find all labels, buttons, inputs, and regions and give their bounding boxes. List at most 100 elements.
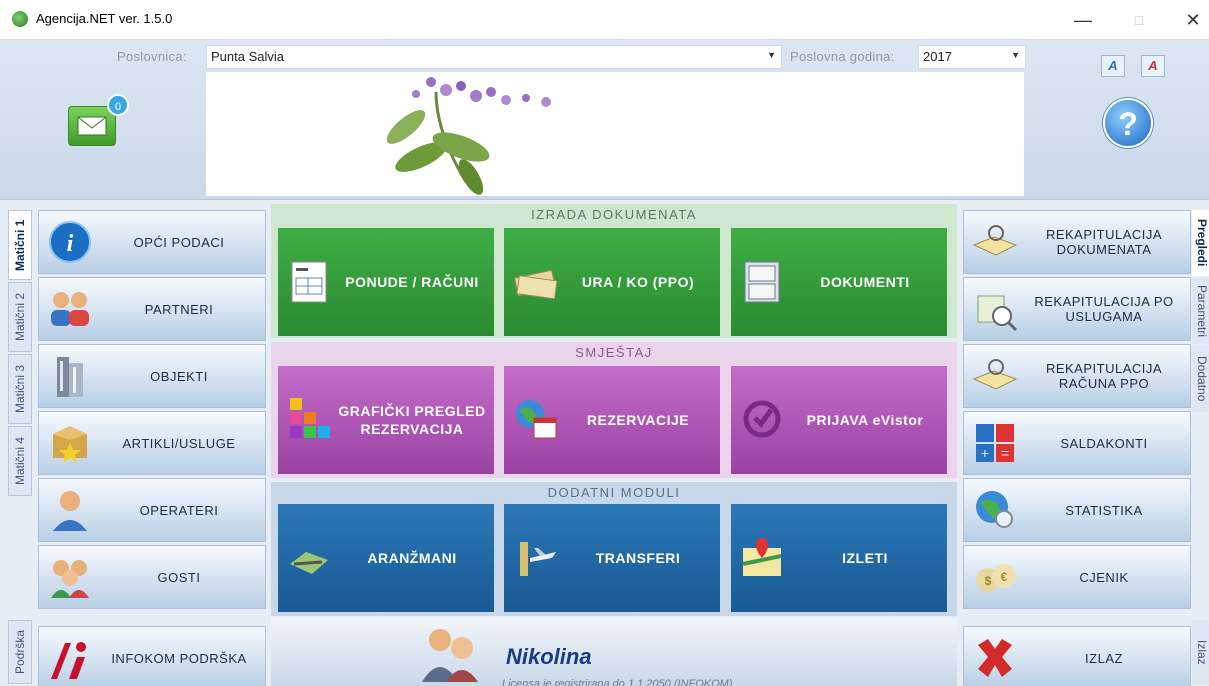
rezervacije-label: REZERVACIJE <box>586 412 690 428</box>
transferi-button[interactable]: TRANSFERI <box>504 504 720 612</box>
infokom-logo-icon <box>47 635 93 681</box>
rekap-po-uslugama-button[interactable]: REKAPITULACIJA PO USLUGAMA <box>963 277 1191 341</box>
poslovnica-label: Poslovnica: <box>117 49 187 64</box>
box-magnifier-icon <box>972 286 1018 332</box>
cash-icon <box>512 258 558 304</box>
sage-flower-image <box>386 77 551 195</box>
globe-calendar-icon <box>512 396 558 442</box>
tab-izlaz[interactable]: Izlaz <box>1192 620 1209 684</box>
infokom-podrska-label: INFOKOM PODRŠKA <box>111 650 247 666</box>
izlaz-button[interactable]: IZLAZ <box>963 626 1191 686</box>
window-title: Agencija.NET ver. 1.5.0 <box>36 11 173 26</box>
objekti-button[interactable]: OBJEKTI <box>38 344 266 408</box>
tab-podrska[interactable]: Podrška <box>8 620 32 684</box>
tab-dodatno[interactable]: Dodatno <box>1192 346 1209 412</box>
statistika-button[interactable]: STATISTIKA <box>963 478 1191 542</box>
help-icon[interactable]: ? <box>1103 98 1153 148</box>
svg-text:+: + <box>981 445 989 461</box>
graficki-pregled-label: GRAFIČKI PREGLED REZERVACIJA <box>338 403 486 437</box>
accommodation-section-title: SMJEŠTAJ <box>575 345 653 360</box>
artikli-usluge-label: ARTIKLI/USLUGE <box>122 435 236 451</box>
operateri-button[interactable]: OPERATERI <box>38 478 266 542</box>
tab-maticni-3[interactable]: Matični 3 <box>8 354 32 424</box>
chevron-down-icon: ▼ <box>767 50 776 60</box>
dokumenti-label: DOKUMENTI <box>820 274 910 290</box>
minimize-button[interactable]: — <box>1068 8 1098 32</box>
svg-text:i: i <box>67 231 74 257</box>
partneri-label: PARTNERI <box>144 301 214 317</box>
godina-label: Poslovna godina: <box>790 49 895 64</box>
tab-pregledi[interactable]: Pregledi <box>1192 210 1209 276</box>
svg-text:=: = <box>1001 445 1009 461</box>
infokom-podrska-button[interactable]: INFOKOM PODRŠKA <box>38 626 266 686</box>
cabinet-icon <box>739 258 785 304</box>
statistika-label: STATISTIKA <box>1065 502 1143 518</box>
operator-icon <box>47 487 93 533</box>
exit-x-icon <box>972 635 1018 681</box>
operateri-label: OPERATERI <box>139 502 219 518</box>
font-decrease-icon[interactable]: A <box>1141 55 1165 77</box>
calculator-icon: + = <box>972 420 1018 466</box>
building-icon <box>47 353 93 399</box>
tab-maticni-2[interactable]: Matični 2 <box>8 282 32 352</box>
maximize-button[interactable]: □ <box>1124 8 1154 32</box>
izleti-button[interactable]: IZLETI <box>731 504 947 612</box>
tab-parametri[interactable]: Parametri <box>1192 278 1209 344</box>
graficki-pregled-button[interactable]: GRAFIČKI PREGLED REZERVACIJA <box>278 366 494 474</box>
docs-section-title: IZRADA DOKUMENATA <box>531 207 697 222</box>
transferi-label: TRANSFERI <box>595 550 681 566</box>
map-road-icon <box>286 534 332 580</box>
gosti-button[interactable]: GOSTI <box>38 545 266 609</box>
color-grid-icon <box>286 396 332 442</box>
dokumenti-button[interactable]: DOKUMENTI <box>731 228 947 336</box>
info-icon: i <box>47 219 93 265</box>
app-globe-icon <box>12 11 28 27</box>
godina-select[interactable]: 2017 ▼ <box>918 45 1026 69</box>
saldakonti-button[interactable]: + = SALDAKONTI <box>963 411 1191 475</box>
airplane-icon <box>512 534 558 580</box>
poslovnica-value: Punta Salvia <box>211 49 284 64</box>
ura-ko-button[interactable]: URA / KO (PPO) <box>504 228 720 336</box>
rekap-po-uslugama-label: REKAPITULACIJA PO USLUGAMA <box>1034 294 1174 324</box>
title-bar <box>0 0 1209 40</box>
tab-maticni-1[interactable]: Matični 1 <box>8 210 32 280</box>
poslovnica-select[interactable]: Punta Salvia ▼ <box>206 45 782 69</box>
guests-icon <box>47 554 93 600</box>
cjenik-button[interactable]: $ € CJENIK <box>963 545 1191 609</box>
rekap-dokumenata-button[interactable]: REKAPITULACIJA DOKUMENATA <box>963 210 1191 274</box>
users-avatar-icon <box>418 626 482 682</box>
svg-text:€: € <box>1001 570 1008 584</box>
rekap-racuna-ppo-button[interactable]: REKAPITULACIJA RAČUNA PPO <box>963 344 1191 408</box>
modules-section-title: DODATNI MODULI <box>547 485 681 500</box>
godina-value: 2017 <box>923 49 952 64</box>
money-bags-icon: $ € <box>972 554 1018 600</box>
prijava-evistor-button[interactable]: PRIJAVA eVistor <box>731 366 947 474</box>
svg-text:$: $ <box>985 574 992 588</box>
license-text: Licensa je registrirana do 1.1.2050 (INF… <box>502 678 733 686</box>
artikli-usluge-button[interactable]: ARTIKLI/USLUGE <box>38 411 266 475</box>
book-magnifier-icon <box>972 353 1018 399</box>
opci-podaci-button[interactable]: i OPĆI PODACI <box>38 210 266 274</box>
izlaz-label: IZLAZ <box>1085 650 1123 666</box>
cjenik-label: CJENIK <box>1079 569 1129 585</box>
rekap-racuna-ppo-label: REKAPITULACIJA RAČUNA PPO <box>1045 361 1163 391</box>
rezervacije-button[interactable]: REZERVACIJE <box>504 366 720 474</box>
rekap-dokumenata-label: REKAPITULACIJA DOKUMENATA <box>1045 227 1163 257</box>
globe-magnifier-icon <box>972 487 1018 533</box>
saldakonti-label: SALDAKONTI <box>1060 435 1148 451</box>
chevron-down-icon: ▼ <box>1011 50 1020 60</box>
invoice-icon <box>286 258 332 304</box>
tab-maticni-4[interactable]: Matični 4 <box>8 426 32 496</box>
mail-count-badge: 0 <box>107 94 129 116</box>
box-star-icon <box>47 420 93 466</box>
ponude-racuni-button[interactable]: PONUDE / RAČUNI <box>278 228 494 336</box>
ura-ko-label: URA / KO (PPO) <box>581 274 695 290</box>
partneri-button[interactable]: PARTNERI <box>38 277 266 341</box>
user-name: Nikolina <box>506 644 592 669</box>
book-magnifier-icon <box>972 219 1018 265</box>
partners-icon <box>47 286 93 332</box>
sage-banner <box>206 72 1024 196</box>
close-button[interactable]: ✕ <box>1178 8 1208 32</box>
font-increase-icon[interactable]: A <box>1101 55 1125 77</box>
aranzmani-button[interactable]: ARANŽMANI <box>278 504 494 612</box>
